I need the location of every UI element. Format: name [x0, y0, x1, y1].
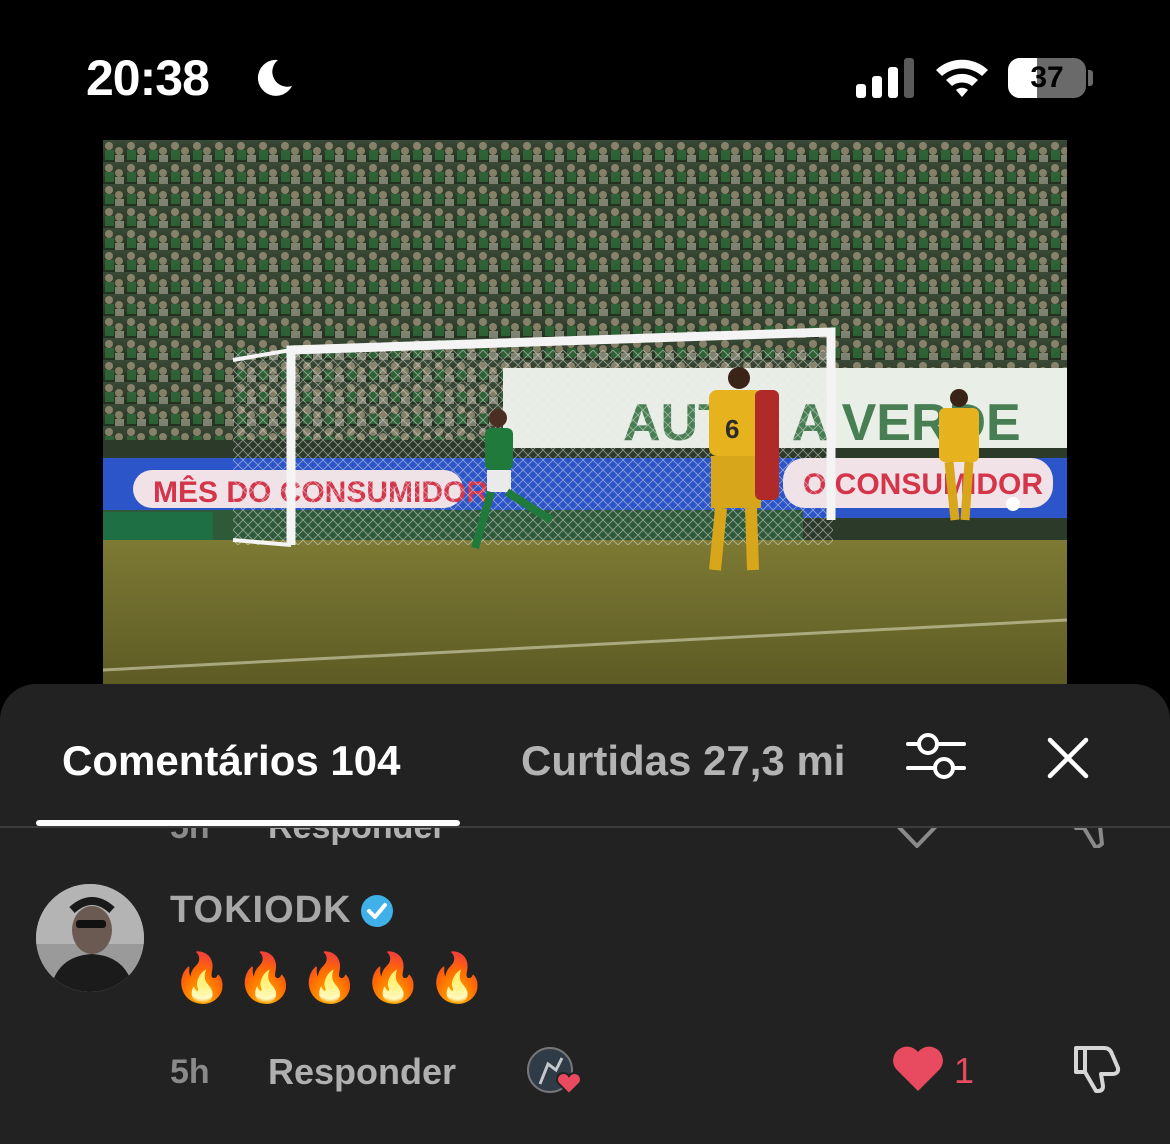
- svg-text:6: 6: [725, 414, 739, 444]
- like-count: 1: [954, 1050, 975, 1091]
- previous-reply-button[interactable]: Responder: [268, 828, 446, 847]
- like-heart-icon[interactable]: [892, 1046, 944, 1092]
- creator-liked-icon: [527, 1047, 583, 1096]
- verified-badge-icon: [361, 895, 393, 927]
- tab-likes[interactable]: Curtidas 27,3 mi: [521, 736, 845, 786]
- video-player[interactable]: AUT S A VERDE MÊS DO CONSUMIDOR O CONSUM…: [103, 140, 1067, 685]
- close-icon[interactable]: [1046, 736, 1090, 780]
- battery-cap: [1088, 70, 1093, 86]
- previous-comment-time: 5h: [170, 828, 210, 847]
- previous-dislike-icon[interactable]: [1070, 828, 1122, 848]
- comment-username[interactable]: TOKIODK: [170, 888, 352, 932]
- signal-icon: [856, 58, 914, 98]
- moon-icon: [257, 59, 292, 96]
- comment-text: 🔥🔥🔥🔥🔥: [172, 952, 491, 1005]
- comments-sheet: Comentários 104 Curtidas 27,3 mi 5h Resp…: [0, 684, 1170, 1144]
- previous-heart-icon[interactable]: [890, 828, 944, 848]
- battery-level: 37: [1030, 61, 1064, 94]
- status-time: 20:38: [86, 50, 210, 106]
- status-bar: 20:38 37: [0, 0, 1170, 140]
- filter-icon[interactable]: [906, 730, 966, 782]
- battery-icon: 37: [1008, 58, 1086, 98]
- tab-comments[interactable]: Comentários 104: [62, 736, 400, 786]
- svg-text:O CONSUMIDOR: O CONSUMIDOR: [803, 468, 1043, 501]
- video-frame-image: AUT S A VERDE MÊS DO CONSUMIDOR O CONSUM…: [103, 140, 1067, 685]
- previous-comment-actions: 5h Responder: [0, 828, 1170, 848]
- avatar-image: [36, 884, 144, 992]
- dislike-icon[interactable]: [1070, 1044, 1124, 1094]
- reply-button[interactable]: Responder: [268, 1052, 456, 1092]
- wifi-icon: [936, 59, 988, 97]
- avatar[interactable]: [36, 884, 144, 992]
- comment-time: 5h: [170, 1053, 210, 1091]
